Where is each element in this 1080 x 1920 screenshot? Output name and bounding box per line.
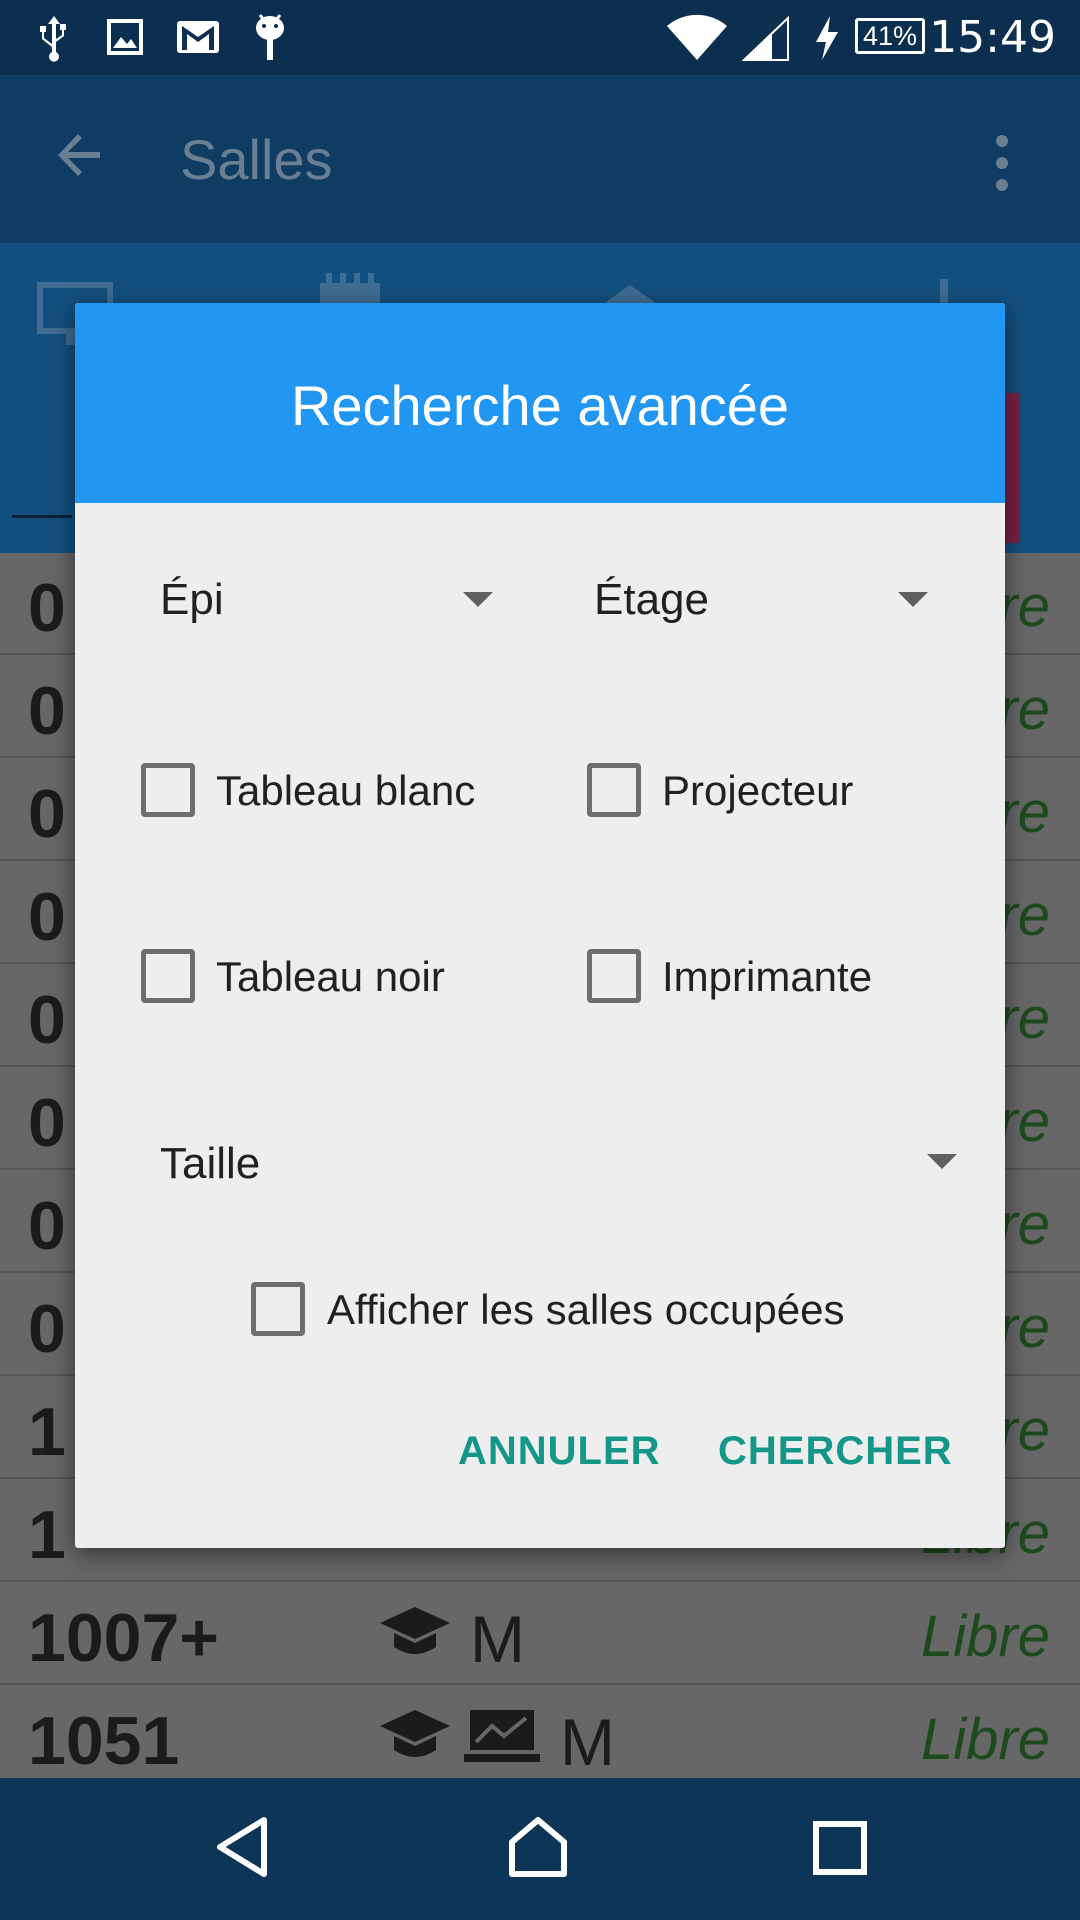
nav-back-icon[interactable] — [212, 1816, 272, 1878]
checkbox-imprimante[interactable] — [587, 949, 641, 1003]
checkbox-tableau-noir[interactable] — [141, 949, 195, 1003]
navigation-bar — [0, 1778, 1080, 1920]
dialog-header: Recherche avancée — [75, 303, 1005, 503]
gmail-icon — [177, 21, 219, 53]
app-bar: Salles — [0, 75, 1080, 243]
status-bar: 41% 15:49 — [0, 0, 1080, 75]
image-icon — [107, 19, 143, 55]
charging-icon — [816, 16, 838, 60]
room-size: M — [470, 1602, 525, 1676]
advanced-search-dialog: Recherche avancée Épi Étage Tableau blan… — [75, 303, 1005, 1548]
checkbox-tableau-blanc-label: Tableau blanc — [216, 767, 476, 814]
checkbox-projecteur-label: Projecteur — [662, 767, 854, 814]
usb-icon — [40, 16, 66, 62]
back-arrow-icon[interactable] — [50, 125, 110, 185]
tab-indicator — [12, 515, 72, 518]
chevron-down-icon — [463, 592, 493, 607]
checkbox-tableau-noir-label: Tableau noir — [216, 953, 445, 1000]
wifi-icon — [667, 14, 727, 60]
chevron-down-icon — [898, 592, 928, 607]
spinner-etage-label: Étage — [594, 575, 709, 624]
nav-recents-icon[interactable] — [812, 1820, 868, 1876]
checkbox-afficher-occupees[interactable] — [251, 1282, 305, 1336]
signal-icon — [742, 16, 789, 61]
spinner-taille-label: Taille — [160, 1139, 261, 1188]
graduation-cap-icon — [378, 1706, 452, 1769]
checkbox-afficher-occupees-label: Afficher les salles occupées — [327, 1286, 845, 1333]
overflow-menu-icon[interactable] — [990, 133, 1014, 193]
android-debug-icon — [256, 14, 284, 60]
nav-home-icon[interactable] — [506, 1816, 570, 1878]
chevron-down-icon — [927, 1154, 957, 1169]
list-item[interactable]: 1007+ M Libre — [0, 1583, 1080, 1685]
checkbox-imprimante-label: Imprimante — [662, 953, 873, 1000]
battery-indicator: 41% — [855, 18, 925, 54]
clock: 15:49 — [929, 12, 1056, 63]
dialog-title: Recherche avancée — [290, 374, 790, 437]
search-button[interactable]: CHERCHER — [718, 1429, 953, 1474]
cancel-button[interactable]: ANNULER — [458, 1429, 661, 1474]
checkbox-tableau-blanc[interactable] — [141, 763, 195, 817]
room-size: M — [560, 1705, 615, 1779]
list-item[interactable]: 1051 M Libre — [0, 1686, 1080, 1788]
page-title: Salles — [180, 128, 333, 191]
spinner-epi-label: Épi — [160, 575, 224, 624]
checkbox-projecteur[interactable] — [587, 763, 641, 817]
graduation-cap-icon — [378, 1603, 452, 1666]
tab-accent — [1004, 393, 1020, 543]
laptop-icon — [464, 1706, 540, 1769]
